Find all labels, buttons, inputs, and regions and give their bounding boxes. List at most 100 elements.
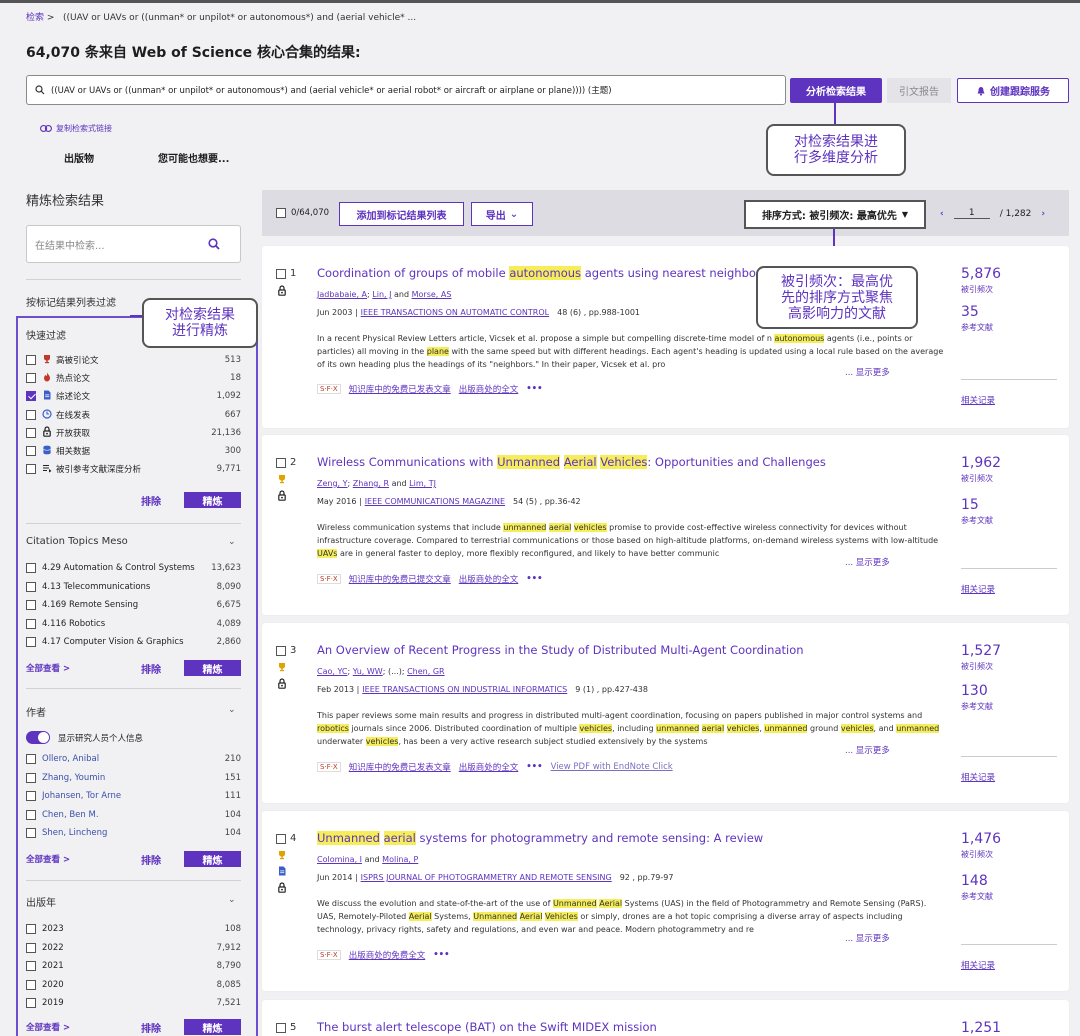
- full-text-link[interactable]: 出版商处的免费全文: [349, 949, 426, 961]
- filter-checkbox[interactable]: [26, 355, 36, 365]
- filter-checkbox[interactable]: [26, 409, 36, 420]
- show-more-link[interactable]: ... 显示更多: [845, 366, 890, 378]
- related-records-link[interactable]: 相关记录: [961, 394, 995, 406]
- result-title[interactable]: An Overview of Recent Progress in the St…: [317, 643, 804, 657]
- result-title[interactable]: Coordination of groups of mobile autonom…: [317, 266, 793, 280]
- author-link[interactable]: Zhang, R: [353, 479, 389, 488]
- full-text-link[interactable]: 知识库中的免费已提交文章: [349, 573, 451, 585]
- filter-checkbox[interactable]: [26, 754, 36, 764]
- result-select[interactable]: 5: [276, 1022, 296, 1033]
- citation-count[interactable]: 5,876: [961, 266, 1001, 282]
- topics-item[interactable]: 4.29 Automation & Control Systems 13,623: [26, 560, 241, 576]
- view-pdf-link[interactable]: View PDF with EndNote Click: [551, 762, 673, 772]
- filter-checkbox[interactable]: [26, 998, 36, 1008]
- related-records-link[interactable]: 相关记录: [961, 771, 995, 783]
- filter-checkbox[interactable]: [26, 942, 36, 953]
- authors-item[interactable]: Shen, Lincheng 104: [26, 825, 241, 841]
- filter-checkbox[interactable]: [26, 391, 36, 402]
- authors-item[interactable]: Johansen, Tor Arne 111: [26, 788, 241, 804]
- more-options-icon[interactable]: •••: [526, 762, 542, 772]
- view-all-link[interactable]: 全部查看 >: [26, 1021, 70, 1033]
- filter-checkbox[interactable]: [26, 809, 36, 820]
- author-link[interactable]: Molina, P: [382, 855, 418, 864]
- quick-filter-item[interactable]: 被引参考文献深度分析 9,771: [26, 461, 241, 477]
- more-options-icon[interactable]: •••: [526, 384, 542, 394]
- next-page-icon[interactable]: ›: [1041, 209, 1045, 219]
- citation-count[interactable]: 1,527: [961, 643, 1001, 659]
- full-text-link[interactable]: 出版商处的全文: [459, 383, 519, 395]
- journal-link[interactable]: ISPRS JOURNAL OF PHOTOGRAMMETRY AND REMO…: [361, 873, 612, 882]
- prev-page-icon[interactable]: ‹: [940, 209, 944, 219]
- full-text-link[interactable]: 出版商处的全文: [459, 761, 519, 773]
- result-checkbox[interactable]: [276, 457, 286, 468]
- author-link[interactable]: Chen, GR: [407, 667, 445, 676]
- researcher-profile-toggle[interactable]: [26, 731, 50, 744]
- filter-checkbox[interactable]: [26, 979, 36, 990]
- full-text-link[interactable]: 出版商处的全文: [459, 573, 519, 585]
- search-icon[interactable]: [208, 238, 220, 250]
- refine-button[interactable]: 精炼: [184, 1019, 241, 1035]
- breadcrumb-root[interactable]: 检索: [26, 13, 44, 23]
- authors-title[interactable]: 作者: [26, 704, 46, 719]
- full-text-link[interactable]: 知识库中的免费已发表文章: [349, 383, 451, 395]
- reference-count[interactable]: 15: [961, 497, 979, 513]
- marked-list-filter-label[interactable]: 按标记结果列表过滤: [26, 294, 116, 309]
- filter-checkbox[interactable]: [26, 581, 36, 592]
- journal-link[interactable]: IEEE TRANSACTIONS ON AUTOMATIC CONTROL: [361, 308, 549, 317]
- chevron-down-icon[interactable]: ⌄: [228, 705, 236, 715]
- chevron-down-icon[interactable]: ⌄: [228, 537, 236, 547]
- filter-checkbox[interactable]: [26, 961, 36, 971]
- reference-count[interactable]: 35: [961, 304, 979, 320]
- result-select[interactable]: 1: [276, 268, 296, 279]
- topics-item[interactable]: 4.116 Robotics 4,089: [26, 616, 241, 632]
- citation-count[interactable]: 1,476: [961, 831, 1001, 847]
- filter-checkbox[interactable]: [26, 600, 36, 610]
- more-options-icon[interactable]: •••: [433, 950, 449, 960]
- export-button[interactable]: 导出 ⌄: [471, 202, 533, 226]
- quick-filter-item[interactable]: 热点论文 18: [26, 370, 241, 386]
- years-item[interactable]: 2022 7,912: [26, 940, 241, 956]
- copy-query-link[interactable]: 复制检索式链接: [40, 123, 112, 134]
- sort-dropdown[interactable]: 排序方式: 被引频次: 最高优先 ▼: [744, 200, 926, 229]
- more-options-icon[interactable]: •••: [526, 574, 542, 584]
- topics-item[interactable]: 4.17 Computer Vision & Graphics 2,860: [26, 634, 241, 650]
- author-link[interactable]: Morse, AS: [412, 290, 452, 299]
- quick-filter-item[interactable]: 开放获取 21,136: [26, 425, 241, 441]
- refine-button[interactable]: 精炼: [184, 492, 241, 508]
- authors-item[interactable]: Ollero, Anibal 210: [26, 751, 241, 767]
- filter-checkbox[interactable]: [26, 791, 36, 801]
- view-all-link[interactable]: 全部查看 >: [26, 662, 70, 674]
- result-checkbox[interactable]: [276, 1022, 286, 1033]
- result-checkbox[interactable]: [276, 268, 286, 279]
- filter-checkbox[interactable]: [26, 637, 36, 647]
- sfx-icon[interactable]: S·F·X: [317, 384, 341, 394]
- sfx-icon[interactable]: S·F·X: [317, 574, 341, 584]
- search-query-box[interactable]: ((UAV or UAVs or ((unman* or unpilot* or…: [26, 75, 786, 105]
- quick-filter-item[interactable]: 在线发表 667: [26, 407, 241, 423]
- exclude-button[interactable]: 排除: [141, 661, 161, 676]
- author-link[interactable]: Lim, TJ: [409, 479, 436, 488]
- show-more-link[interactable]: ... 显示更多: [845, 744, 890, 756]
- refine-button[interactable]: 精炼: [184, 851, 241, 867]
- years-item[interactable]: 2023 108: [26, 921, 241, 937]
- create-alert-button[interactable]: 创建跟踪服务: [957, 78, 1069, 103]
- years-title[interactable]: 出版年: [26, 894, 56, 909]
- analyze-results-button[interactable]: 分析检索结果: [790, 78, 882, 103]
- quick-filter-item[interactable]: 综述论文 1,092: [26, 388, 241, 404]
- author-link[interactable]: Lin, J: [372, 290, 391, 299]
- filter-checkbox[interactable]: [26, 446, 36, 456]
- exclude-button[interactable]: 排除: [141, 1020, 161, 1035]
- tab-you-may-like[interactable]: 您可能也想要...: [158, 150, 229, 165]
- citation-count[interactable]: 1,251: [961, 1020, 1001, 1036]
- citation-report-button[interactable]: 引文报告: [887, 78, 951, 103]
- authors-item[interactable]: Zhang, Youmin 151: [26, 770, 241, 786]
- select-all-checkbox[interactable]: [276, 208, 286, 218]
- sfx-icon[interactable]: S·F·X: [317, 762, 341, 772]
- topics-title[interactable]: Citation Topics Meso: [26, 536, 128, 547]
- filter-checkbox[interactable]: [26, 772, 36, 783]
- result-select[interactable]: 4: [276, 833, 296, 844]
- journal-link[interactable]: IEEE TRANSACTIONS ON INDUSTRIAL INFORMAT…: [362, 685, 567, 694]
- refine-button[interactable]: 精炼: [184, 660, 241, 676]
- chevron-down-icon[interactable]: ⌄: [228, 895, 236, 905]
- quick-filter-item[interactable]: 高被引论文 513: [26, 352, 241, 368]
